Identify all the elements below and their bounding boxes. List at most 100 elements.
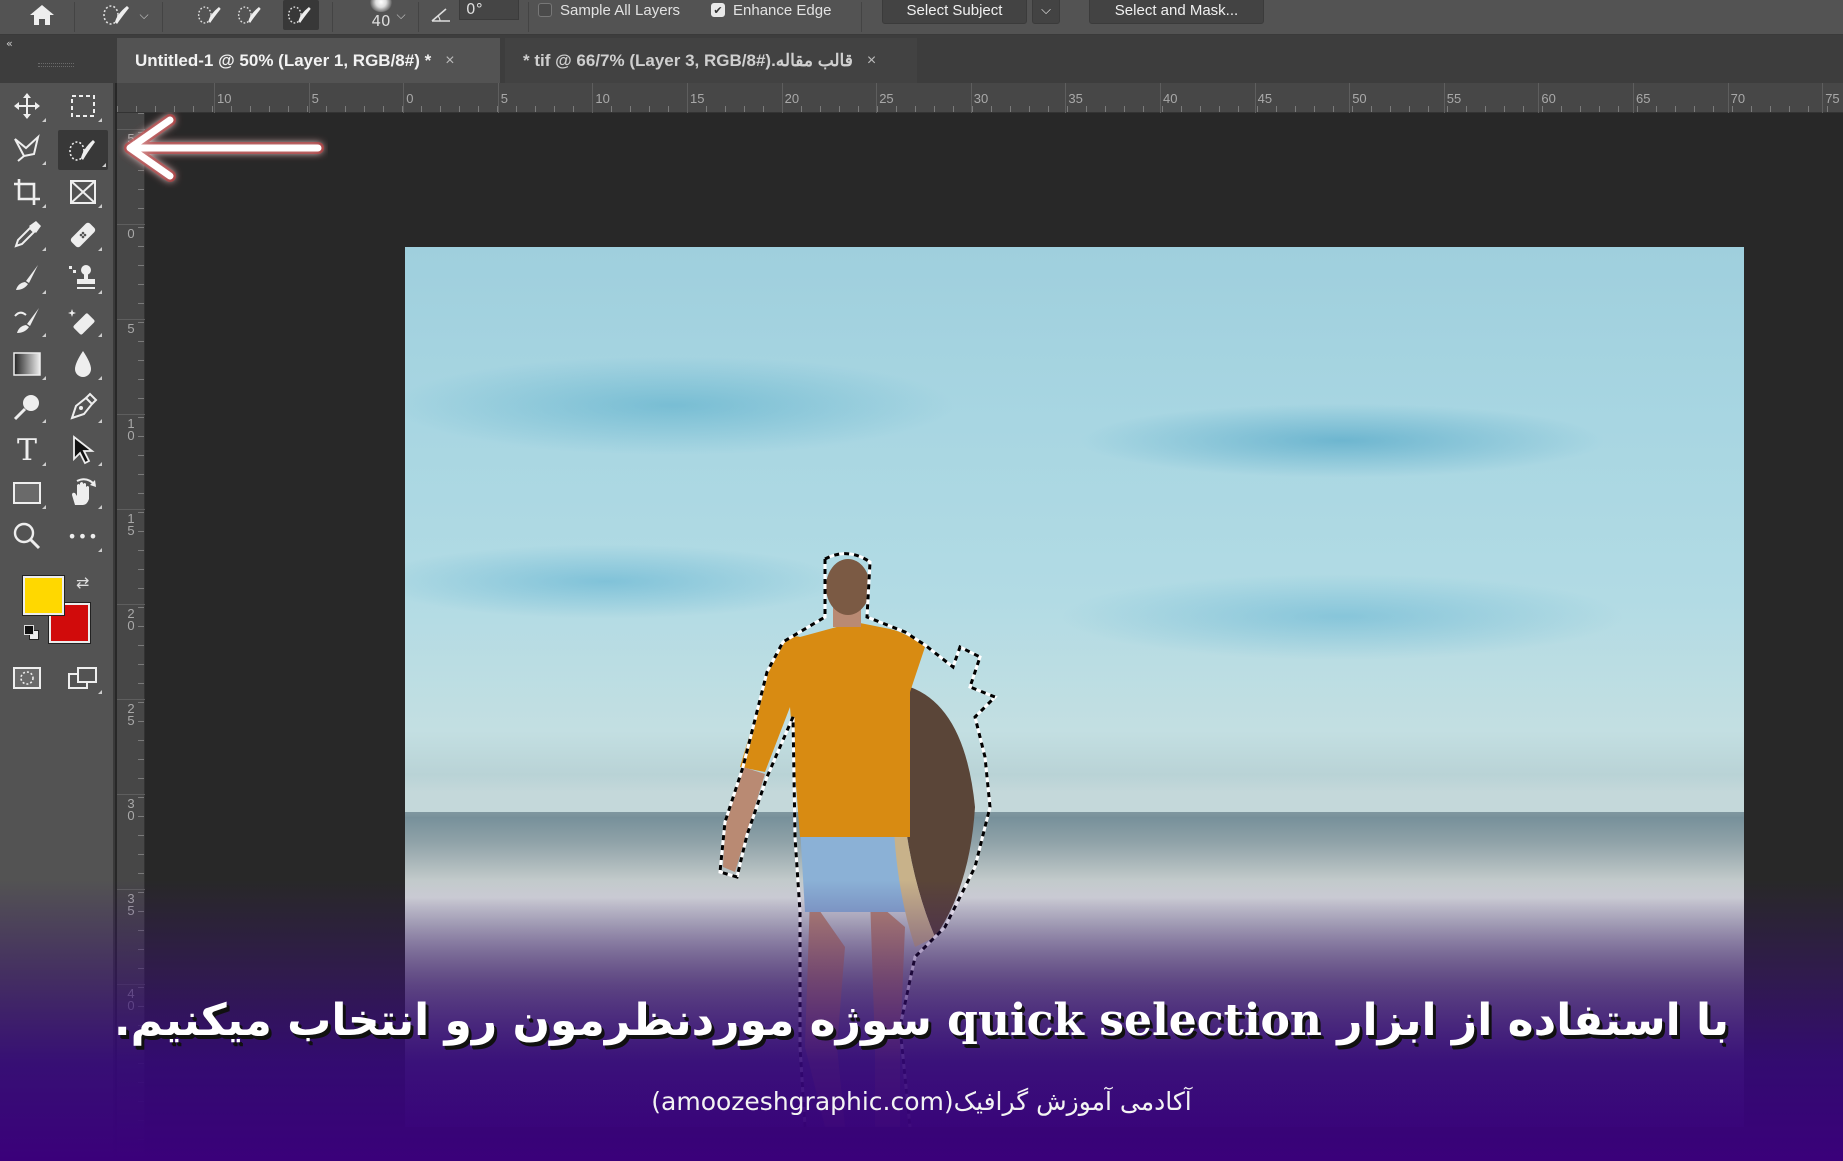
ruler-label: 20 [127,606,135,633]
crop-icon [14,179,40,205]
stamp-icon [69,265,95,289]
type-icon: T [16,432,37,468]
select-subject-dropdown[interactable]: ⌵ [1032,0,1060,24]
ruler-label: 5 [500,91,509,106]
ruler-major-tick [1443,83,1445,113]
chevron-down-icon: ⌵ [1041,2,1051,17]
quick-selection-tool[interactable] [58,130,108,170]
caption-title: با استفاده از ابزار quick selection سوژه… [0,995,1843,1046]
options-bar: ⌵ 40 ⌵ 0° Sample All Layers ✔ Enhance Ed… [0,0,1843,35]
toolbar-grip[interactable] [38,63,74,67]
eraser-icon [68,309,95,335]
eyedropper-tool[interactable] [6,216,48,254]
ruler-label: 50 [1352,91,1367,106]
ruler-major-tick [214,83,215,113]
ruler-label: 60 [1541,91,1556,106]
ruler-label: 5 [127,321,135,336]
foreground-color-swatch[interactable] [23,576,64,615]
ruler-major-tick [117,604,145,605]
marquee-icon [71,95,95,117]
zoom-tool[interactable] [6,517,48,555]
edit-toolbar-button[interactable]: ••• [62,517,104,555]
ruler-major-tick [1160,83,1161,113]
hand-rotate-tool[interactable] [62,474,104,512]
home-icon [30,5,54,25]
close-icon[interactable]: × [867,52,876,70]
ruler-label: 75 [1825,91,1840,106]
eyedropper-icon [14,221,41,248]
checkbox-checked-icon: ✔ [711,3,725,17]
ruler-label: 10 [217,91,232,106]
angle-input[interactable]: 0° [459,0,519,20]
quick-mask-button[interactable] [6,659,48,697]
pen-tool[interactable] [62,388,104,426]
pen-icon [70,392,98,420]
gradient-icon [13,352,41,376]
ruler-major-tick [970,83,972,113]
ruler-major-tick [117,319,145,320]
frame-tool[interactable] [62,173,104,211]
checkbox-unchecked-icon [538,3,552,17]
path-selection-tool[interactable] [62,431,104,469]
gradient-tool[interactable] [6,345,48,383]
ruler-major-tick [117,414,145,415]
move-tool[interactable] [6,87,48,125]
ruler-major-tick [117,509,145,510]
dodge-icon [13,395,39,421]
ruler-label: 10 [595,91,610,106]
subtract-from-selection-button[interactable] [283,0,319,30]
chevron-down-icon: ⌵ [139,7,149,22]
ruler-major-tick [308,83,310,113]
brush-tool[interactable] [6,259,48,297]
quick-mask-icon [13,667,41,689]
eraser-tool[interactable] [62,302,104,340]
screen-mode-button[interactable] [62,659,104,697]
add-to-selection-icon [237,6,261,24]
ruler-label: 40 [1163,91,1178,106]
ruler-label: 10 [127,416,135,443]
ruler-major-tick [687,83,688,113]
history-brush-tool[interactable] [6,302,48,340]
home-button[interactable] [24,0,60,30]
rectangle-tool[interactable] [6,474,48,512]
swap-colors-icon[interactable]: ⇄ [76,573,89,592]
ruler-major-tick [117,794,145,795]
enhance-edge-label: Enhance Edge [733,1,832,19]
brush-chevron-icon[interactable]: ⌵ [388,0,414,30]
ruler-label: 0 [406,91,414,106]
polygonal-lasso-icon [14,134,40,162]
screen-mode-icon [68,667,97,689]
caption-title-part1: با استفاده از ابزار [1337,995,1730,1046]
ruler-major-tick [1633,83,1634,113]
dodge-tool[interactable] [6,388,48,426]
horizontal-ruler[interactable]: 10 5 0 5 10 15 20 25 30 35 40 45 50 55 60 65 70 75 [117,83,1843,113]
enhance-edge-checkbox[interactable]: ✔ Enhance Edge [711,0,831,20]
sample-all-layers-checkbox[interactable]: Sample All Layers [538,0,680,20]
tab-article-template[interactable]: قالب مقاله.tif @ 66/7% (Layer 3, RGB/8#)… [505,38,917,83]
tool-preset-picker[interactable]: ⌵ [90,0,160,30]
lasso-tool[interactable] [6,130,48,168]
clone-stamp-tool[interactable] [62,259,104,297]
ruler-label: 15 [127,511,135,538]
ruler-label: 5 [311,91,319,106]
close-icon[interactable]: × [445,52,454,70]
ruler-major-tick [497,83,499,113]
blur-tool[interactable] [62,345,104,383]
crop-tool[interactable] [6,173,48,211]
select-and-mask-button[interactable]: Select and Mask... [1089,0,1264,24]
ruler-major-tick [1727,83,1729,113]
add-to-selection-button[interactable] [233,0,269,30]
caption-subtitle: آکادمی آموزش گرافیک(amoozeshgraphic.com) [651,1087,1192,1116]
new-selection-button[interactable] [193,0,229,30]
rectangular-marquee-tool[interactable] [62,87,104,125]
type-tool[interactable]: T [6,431,48,469]
healing-brush-tool[interactable] [62,216,104,254]
collapse-panel-icon[interactable]: « [6,37,13,50]
select-subject-button[interactable]: Select Subject [882,0,1027,24]
ruler-major-tick [117,224,145,225]
tab-untitled-1[interactable]: Untitled-1 @ 50% (Layer 1, RGB/8#) * × [117,38,500,83]
default-colors-icon[interactable] [24,625,40,641]
sample-all-layers-label: Sample All Layers [560,1,681,19]
move-icon [14,93,40,119]
history-brush-icon [14,308,39,333]
